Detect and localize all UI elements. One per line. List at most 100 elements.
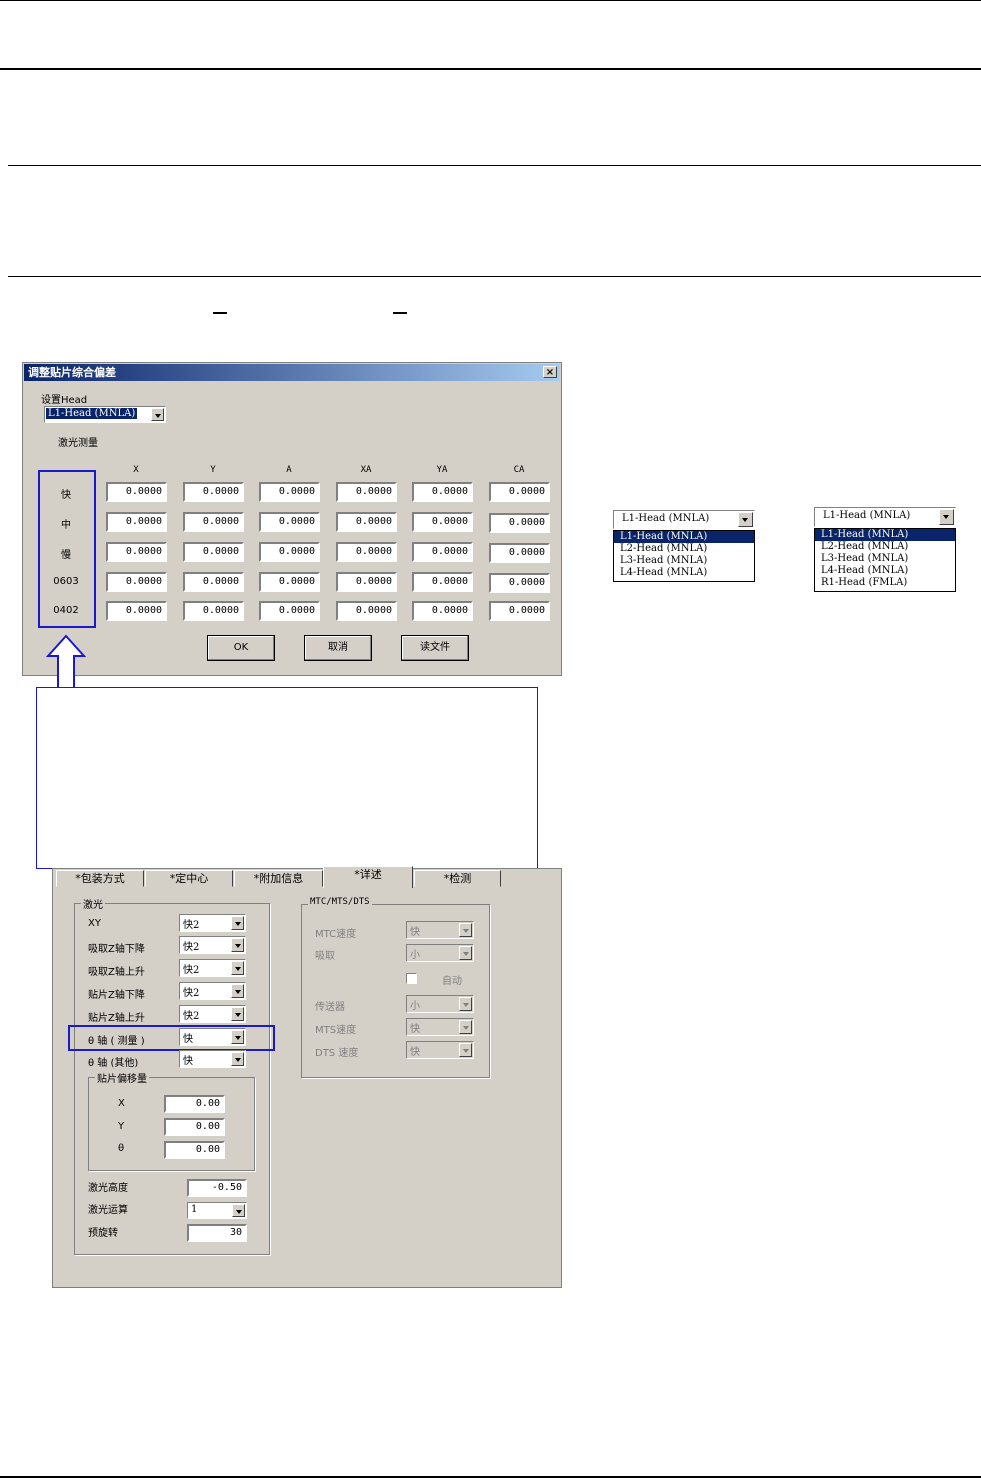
place-z-down-select[interactable]: 快2 [179, 982, 246, 1000]
list-item[interactable]: L2-Head (MNLA) [614, 543, 754, 555]
list-item[interactable]: L3-Head (MNLA) [614, 555, 754, 567]
close-icon[interactable]: × [543, 366, 557, 378]
offset-input[interactable]: 0.0000 [183, 601, 244, 621]
mtc-group-title: MTC/MTS/DTS [308, 897, 372, 907]
rule-2 [8, 165, 981, 166]
chevron-down-icon[interactable] [939, 509, 954, 525]
chevron-down-icon[interactable] [459, 1043, 472, 1057]
offset-theta-input[interactable]: 0.00 [164, 1141, 225, 1159]
chevron-down-icon[interactable] [459, 1020, 472, 1034]
head-dropdown-a[interactable]: L1-Head (MNLA) [613, 510, 755, 529]
tab-details[interactable]: *详述 [323, 866, 413, 888]
pre-rotate-input[interactable]: 30 [187, 1224, 247, 1242]
dash-mark-1 [213, 312, 227, 314]
list-item[interactable]: R1-Head (FMLA) [815, 577, 955, 589]
offset-y-label: Y [118, 1121, 125, 1132]
place-z-down-value: 快2 [183, 988, 200, 999]
conveyor-select[interactable]: 小 [406, 995, 474, 1013]
offset-input[interactable]: 0.0000 [336, 542, 397, 562]
chevron-down-icon[interactable] [151, 408, 164, 421]
offset-input[interactable]: 0.0000 [259, 542, 320, 562]
offset-x-input[interactable]: 0.00 [164, 1095, 225, 1113]
offset-input[interactable]: 0.0000 [259, 512, 320, 532]
xy-speed-select[interactable]: 快2 [179, 914, 246, 932]
tab-inspection[interactable]: *检测 [414, 870, 501, 887]
offset-input[interactable]: 0.0000 [489, 601, 550, 621]
offset-input[interactable]: 0.0000 [412, 512, 473, 532]
head-dropdown-b[interactable]: L1-Head (MNLA) [814, 507, 956, 527]
offset-input[interactable]: 0.0000 [106, 482, 167, 502]
list-item[interactable]: L4-Head (MNLA) [614, 567, 754, 579]
head-dropdown-b-list: L1-Head (MNLA) L2-Head (MNLA) L3-Head (M… [814, 528, 956, 592]
offset-input[interactable]: 0.0000 [106, 601, 167, 621]
dts-speed-label: DTS 速度 [315, 1048, 359, 1059]
pick-select[interactable]: 小 [406, 944, 474, 962]
list-item[interactable]: L2-Head (MNLA) [815, 541, 955, 553]
col-header-x: X [133, 465, 139, 475]
chevron-down-icon[interactable] [231, 916, 244, 930]
chevron-down-icon[interactable] [232, 1204, 245, 1217]
offset-input[interactable]: 0.0000 [183, 482, 244, 502]
pick-z-down-label: 吸取Z轴下降 [88, 944, 145, 955]
chevron-down-icon[interactable] [459, 946, 472, 960]
offset-input[interactable]: 0.0000 [489, 513, 550, 533]
pre-rotate-label: 预旋转 [88, 1228, 118, 1239]
col-header-a: A [286, 465, 292, 475]
offset-y-input[interactable]: 0.00 [164, 1118, 225, 1136]
offset-input[interactable]: 0.0000 [259, 482, 320, 502]
offset-input[interactable]: 0.0000 [259, 601, 320, 621]
offset-input[interactable]: 0.0000 [259, 572, 320, 592]
offset-input[interactable]: 0.0000 [336, 482, 397, 502]
dts-speed-select[interactable]: 快 [406, 1041, 474, 1059]
ok-button[interactable]: OK [207, 635, 275, 661]
pick-z-up-select[interactable]: 快2 [179, 959, 246, 977]
head-select[interactable]: L1-Head (MNLA) [44, 406, 166, 423]
chevron-down-icon[interactable] [231, 961, 244, 975]
pick-z-down-value: 快2 [183, 942, 200, 953]
offset-input[interactable]: 0.0000 [489, 482, 550, 502]
offset-input[interactable]: 0.0000 [106, 572, 167, 592]
offset-x-label: X [118, 1098, 125, 1109]
chevron-down-icon[interactable] [231, 1007, 244, 1021]
chevron-down-icon[interactable] [231, 984, 244, 998]
mts-speed-select[interactable]: 快 [406, 1018, 474, 1036]
place-z-up-select[interactable]: 快2 [179, 1005, 246, 1023]
offset-input[interactable]: 0.0000 [336, 572, 397, 592]
mtc-speed-value: 快 [410, 927, 420, 938]
set-head-label: 设置Head [41, 395, 88, 406]
offset-input[interactable]: 0.0000 [412, 542, 473, 562]
tab-packaging[interactable]: *包装方式 [56, 870, 144, 887]
tab-additional-info[interactable]: *附加信息 [234, 870, 323, 887]
read-file-button[interactable]: 读文件 [401, 635, 469, 661]
offset-theta-label: θ [118, 1143, 125, 1154]
chevron-down-icon[interactable] [459, 997, 472, 1011]
chevron-down-icon[interactable] [738, 512, 753, 527]
offset-input[interactable]: 0.0000 [412, 601, 473, 621]
list-item[interactable]: L1-Head (MNLA) [815, 529, 955, 541]
laser-height-input[interactable]: -0.50 [187, 1179, 247, 1197]
list-item[interactable]: L1-Head (MNLA) [614, 531, 754, 543]
offset-input[interactable]: 0.0000 [106, 512, 167, 532]
chevron-down-icon[interactable] [231, 1052, 244, 1066]
auto-checkbox[interactable] [406, 973, 417, 984]
offset-input[interactable]: 0.0000 [106, 542, 167, 562]
offset-input[interactable]: 0.0000 [489, 573, 550, 593]
offset-input[interactable]: 0.0000 [183, 572, 244, 592]
cancel-button[interactable]: 取消 [304, 635, 372, 661]
pick-z-down-select[interactable]: 快2 [179, 936, 246, 954]
offset-input[interactable]: 0.0000 [412, 482, 473, 502]
offset-input[interactable]: 0.0000 [183, 512, 244, 532]
tab-centering[interactable]: *定中心 [145, 870, 233, 887]
theta-other-select[interactable]: 快 [179, 1050, 246, 1068]
offset-input[interactable]: 0.0000 [336, 512, 397, 532]
list-item[interactable]: L4-Head (MNLA) [815, 565, 955, 577]
offset-input[interactable]: 0.0000 [412, 572, 473, 592]
offset-input[interactable]: 0.0000 [336, 601, 397, 621]
chevron-down-icon[interactable] [231, 938, 244, 952]
list-item[interactable]: L3-Head (MNLA) [815, 553, 955, 565]
offset-input[interactable]: 0.0000 [489, 543, 550, 563]
laser-calc-select[interactable]: 1 [187, 1202, 247, 1219]
mtc-speed-select[interactable]: 快 [406, 921, 474, 939]
chevron-down-icon[interactable] [459, 923, 472, 937]
offset-input[interactable]: 0.0000 [183, 542, 244, 562]
